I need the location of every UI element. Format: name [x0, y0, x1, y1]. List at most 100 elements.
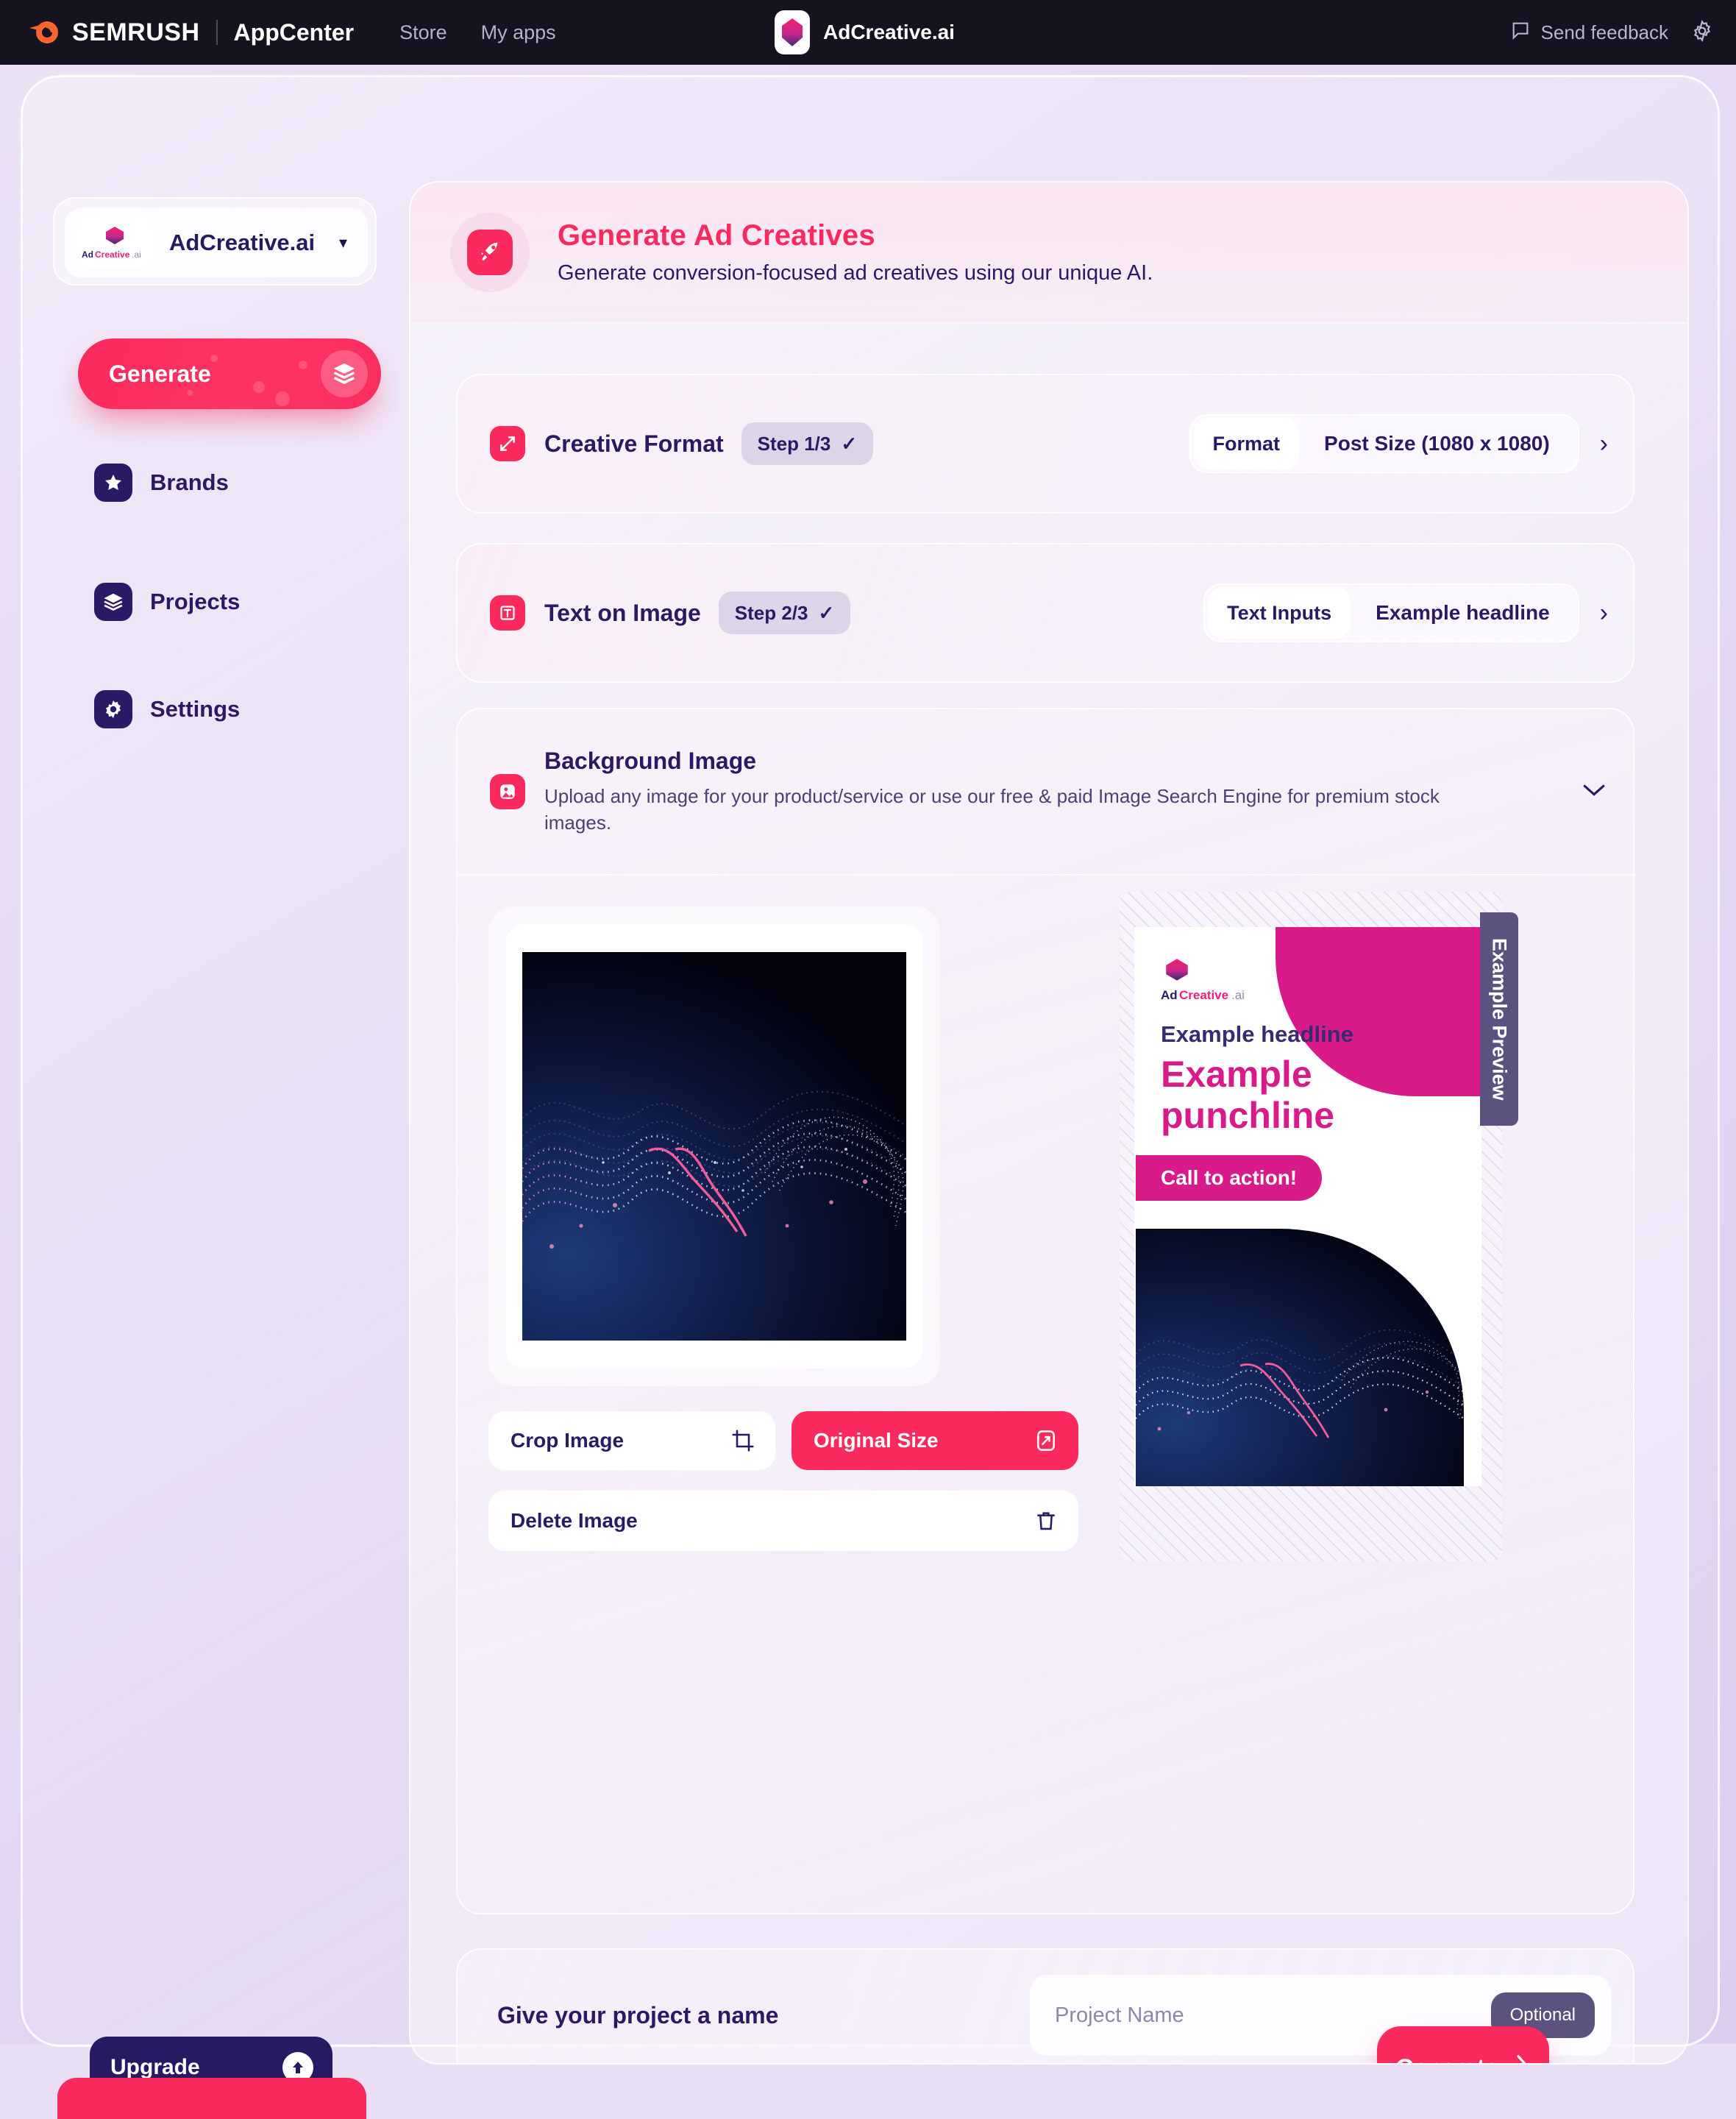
background-image-title: Background Image: [544, 747, 757, 774]
sidebar-generate-button[interactable]: Generate: [78, 338, 381, 409]
step-badge-text: Step 1/3: [757, 432, 831, 455]
check-icon: ✓: [818, 601, 835, 624]
adcreative-app-icon: [775, 10, 810, 54]
svg-text:Ad: Ad: [1161, 988, 1178, 1002]
svg-text:Creative: Creative: [95, 249, 130, 260]
layers-icon: [321, 350, 368, 397]
appcenter-label[interactable]: AppCenter: [234, 19, 355, 46]
sidebar-item-settings[interactable]: Settings: [94, 690, 240, 728]
header-divider: [216, 20, 218, 45]
svg-text:.ai: .ai: [132, 249, 141, 260]
comment-icon: [1510, 20, 1531, 46]
text-inputs-value-label: Text Inputs: [1208, 587, 1351, 639]
image-action-row: Crop Image Original Size: [488, 1411, 1078, 1470]
project-name-label: Give your project a name: [497, 2001, 779, 2029]
chevron-down-icon[interactable]: [1582, 779, 1607, 804]
rocket-icon-badge: [450, 213, 530, 292]
creative-format-value-label: Format: [1193, 418, 1300, 469]
original-size-button[interactable]: Original Size: [791, 1411, 1078, 1470]
text-on-image-value-group[interactable]: Text Inputs Example headline: [1203, 583, 1579, 642]
brand-logo: Ad Creative .ai: [77, 217, 153, 269]
preview-headline: Example headline: [1161, 1021, 1353, 1047]
chevron-right-icon[interactable]: ›: [1600, 599, 1608, 628]
text-on-image-step-badge: Step 2/3 ✓: [718, 592, 851, 634]
upgrade-label: Upgrade: [110, 2055, 200, 2079]
send-feedback-label: Send feedback: [1540, 21, 1668, 43]
sidebar-label-projects: Projects: [150, 589, 241, 614]
current-app-name: AdCreative.ai: [823, 21, 955, 43]
text-inputs-value: Example headline: [1376, 601, 1550, 624]
creative-format-value: Post Size (1080 x 1080): [1324, 432, 1550, 455]
svg-text:.ai: .ai: [1231, 988, 1245, 1002]
preview-punchline: Example punchline: [1161, 1054, 1335, 1136]
sidebar-item-projects[interactable]: Projects: [94, 583, 240, 621]
top-nav-links: Store My apps: [399, 21, 556, 44]
uploaded-image[interactable]: [522, 952, 906, 1341]
uploaded-image-frame: [506, 924, 922, 1369]
resize-icon: [1034, 1429, 1058, 1452]
background-image-description: Upload any image for your product/servic…: [544, 784, 1440, 834]
text-icon: [490, 595, 525, 631]
chevron-right-icon[interactable]: ›: [1600, 430, 1608, 458]
project-name-placeholder: Project Name: [1055, 2003, 1184, 2027]
gear-icon: [94, 690, 132, 728]
example-preview-panel: Ad Creative .ai Example headline Example…: [1120, 892, 1518, 1561]
example-preview-tab[interactable]: Example Preview: [1480, 912, 1518, 1126]
image-icon: [490, 774, 525, 809]
creative-format-value-group[interactable]: Format Post Size (1080 x 1080): [1189, 414, 1579, 473]
creative-format-step-badge: Step 1/3 ✓: [741, 422, 874, 465]
sidebar-generate-label: Generate: [109, 360, 211, 387]
page-body: Ad Creative .ai AdCreative.ai ▾ Generate: [0, 65, 1736, 2119]
creative-format-step-card[interactable]: Creative Format Step 1/3 ✓ Format Post S…: [456, 374, 1634, 514]
nav-link-store[interactable]: Store: [399, 21, 447, 44]
page-title: Generate Ad Creatives: [558, 219, 875, 252]
preview-background-image: [1136, 1229, 1464, 1486]
main-panel: Generate Ad Creatives Generate conversio…: [409, 181, 1689, 2065]
ad-preview-card[interactable]: Ad Creative .ai Example headline Example…: [1134, 927, 1481, 1486]
crop-image-button[interactable]: Crop Image: [488, 1411, 775, 1470]
sidebar-label-brands: Brands: [150, 469, 229, 495]
trash-icon: [1034, 1509, 1058, 1533]
expand-arrows-icon: [490, 426, 525, 461]
semrush-logo[interactable]: SEMRUSH: [28, 18, 200, 47]
uploaded-image-panel: [488, 906, 940, 1386]
star-icon: [94, 464, 132, 502]
text-on-image-title: Text on Image: [544, 599, 701, 626]
original-size-label: Original Size: [814, 1429, 939, 1452]
sidebar-item-brands[interactable]: Brands: [94, 464, 229, 502]
gear-icon[interactable]: [1690, 19, 1714, 46]
crop-image-label: Crop Image: [511, 1429, 625, 1452]
crop-icon: [731, 1429, 755, 1452]
generate-submit-label: Generate: [1396, 2054, 1498, 2064]
nav-link-my-apps[interactable]: My apps: [481, 21, 556, 44]
brand-selector-name: AdCreative.ai: [169, 230, 316, 255]
check-icon: ✓: [841, 432, 858, 455]
page-subtitle: Generate conversion-focused ad creatives…: [558, 261, 1153, 285]
preview-cta-button[interactable]: Call to action!: [1136, 1155, 1323, 1201]
brand-selector[interactable]: Ad Creative .ai AdCreative.ai ▾: [53, 197, 377, 285]
text-on-image-step-card[interactable]: Text on Image Step 2/3 ✓ Text Inputs Exa…: [456, 543, 1634, 683]
delete-image-label: Delete Image: [511, 1509, 638, 1532]
send-feedback-button[interactable]: Send feedback: [1510, 20, 1668, 46]
sidebar-footer-accent: [57, 2078, 366, 2119]
example-preview-tab-label: Example Preview: [1488, 937, 1511, 1101]
creative-format-title: Creative Format: [544, 430, 724, 457]
chevron-right-icon: [1514, 2054, 1530, 2063]
topbar-actions: Send feedback: [1510, 0, 1714, 65]
svg-text:Creative: Creative: [1179, 988, 1228, 1002]
top-navigation-bar: SEMRUSH AppCenter Store My apps AdCreati…: [0, 0, 1736, 65]
page-header: Generate Ad Creatives Generate conversio…: [410, 182, 1687, 324]
rocket-icon: [467, 230, 513, 275]
semrush-mark-icon: [28, 20, 62, 45]
sidebar: Ad Creative .ai AdCreative.ai ▾ Generate: [21, 75, 397, 2047]
background-image-header[interactable]: Background Image Upload any image for yo…: [458, 709, 1636, 876]
generate-submit-button[interactable]: Generate: [1377, 2026, 1549, 2064]
layers-icon: [94, 583, 132, 621]
step-badge-text: Step 2/3: [734, 601, 808, 624]
svg-text:Ad: Ad: [82, 249, 93, 260]
semrush-wordmark: SEMRUSH: [72, 18, 200, 46]
delete-image-button[interactable]: Delete Image: [488, 1491, 1078, 1551]
current-app-identity: AdCreative.ai: [775, 0, 955, 65]
chevron-down-icon: ▾: [338, 233, 347, 252]
preview-brand-logo: Ad Creative .ai: [1161, 958, 1262, 1004]
